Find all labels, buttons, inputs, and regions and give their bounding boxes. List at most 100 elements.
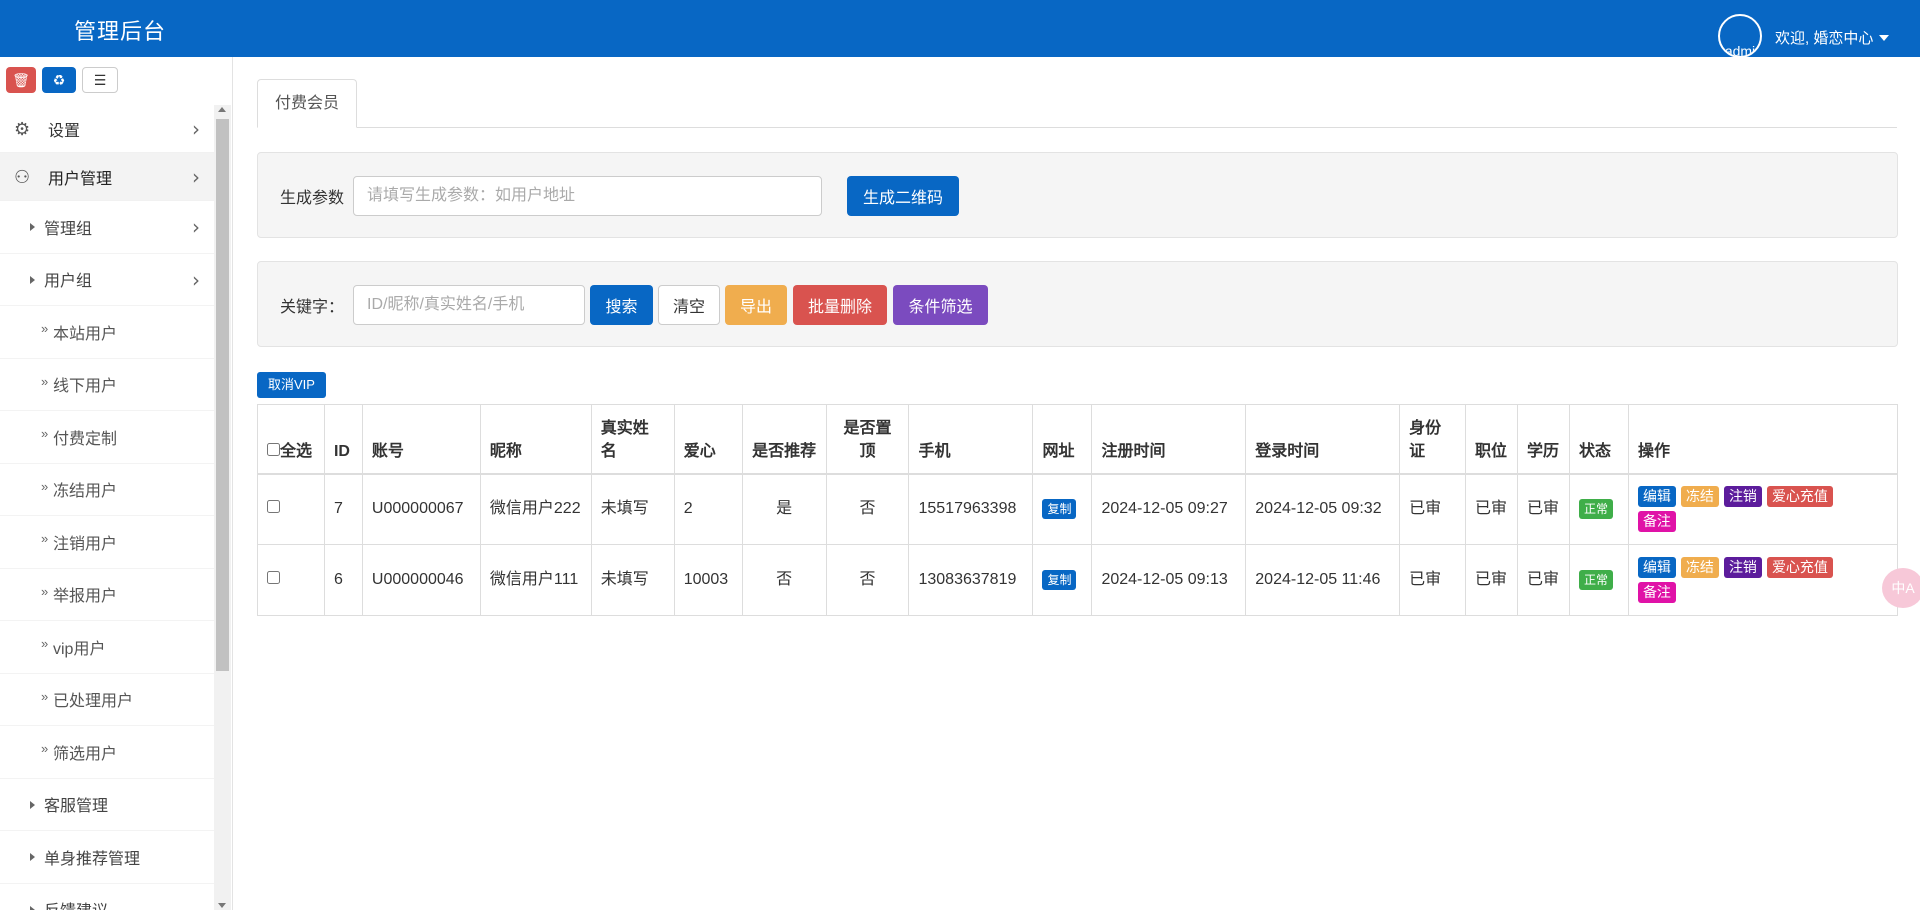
freeze-button[interactable]: 冻结 <box>1680 486 1719 508</box>
remark-button[interactable]: 备注 <box>1637 511 1676 533</box>
select-all-checkbox[interactable] <box>267 442 280 456</box>
cell-top: 否 <box>825 544 910 616</box>
caret-right-icon <box>30 853 35 861</box>
sidebar-item-frozen-users[interactable]: » 冻结用户 <box>0 464 214 516</box>
sidebar-item-label: 设置 <box>48 122 81 140</box>
filter-button[interactable]: 条件筛选 <box>893 285 988 325</box>
search-button[interactable]: 搜索 <box>590 285 653 325</box>
col-select-all: 全选 <box>257 404 325 474</box>
translate-bubble[interactable]: 中A <box>1882 568 1920 608</box>
double-angle-icon: » <box>41 531 49 546</box>
sidebar-scrollbar[interactable] <box>214 105 231 910</box>
cancel-vip-button[interactable]: 取消VIP <box>257 372 326 398</box>
cell-login-time: 2024-12-05 11:46 <box>1245 544 1401 616</box>
sidebar-item-user-management[interactable]: ⚇ 用户管理 › <box>0 153 214 201</box>
cancel-account-button[interactable]: 注销 <box>1723 486 1762 508</box>
sidebar-group-single-recommend[interactable]: 单身推荐管理 <box>0 831 214 884</box>
sidebar-item-filtered-users[interactable]: » 筛选用户 <box>0 726 214 779</box>
tab-paid-members[interactable]: 付费会员 <box>257 79 358 128</box>
double-angle-icon: » <box>41 688 49 704</box>
col-phone: 手机 <box>908 404 1034 474</box>
main-content: 付费会员 生成参数 生成二维码 关键字： 搜索 清空 导出 批量删除 条件筛选 … <box>233 57 1920 910</box>
recycle-icon: ♻ <box>52 71 66 88</box>
status-badge: 正常 <box>1578 499 1613 520</box>
scroll-down-icon[interactable] <box>218 903 226 908</box>
remark-button[interactable]: 备注 <box>1637 582 1676 603</box>
generate-panel: 生成参数 生成二维码 <box>257 152 1898 238</box>
user-menu[interactable]: 欢迎, 婚恋中心 <box>1775 27 1890 48</box>
edit-button[interactable]: 编辑 <box>1637 557 1676 578</box>
gears-icon: ⚙ <box>14 119 31 139</box>
edit-button[interactable]: 编辑 <box>1637 486 1676 508</box>
table-header-row: 全选 ID 账号 昵称 真实姓名 爱心 是否推荐 是否置顶 手机 网址 注册时间… <box>257 404 1899 474</box>
col-love: 爱心 <box>673 404 743 474</box>
keyword-label: 关键字： <box>280 299 345 316</box>
chevron-right-icon: › <box>192 165 200 189</box>
sidebar-leaf-label: 注销用户 <box>53 535 118 553</box>
double-angle-icon: » <box>41 583 49 599</box>
caret-right-icon <box>30 275 35 284</box>
sidebar-item-vip-users[interactable]: » vip用户 <box>0 621 214 674</box>
row-checkbox[interactable] <box>267 500 280 514</box>
cell-account: U000000046 <box>361 544 481 616</box>
sidebar-item-reported-users[interactable]: » 举报用户 <box>0 569 214 621</box>
sidebar-item-offline-users[interactable]: » 线下用户 <box>0 359 214 411</box>
sidebar-item-processed-users[interactable]: » 已处理用户 <box>0 674 214 726</box>
cell-recommend: 是 <box>741 473 827 545</box>
col-realname: 真实姓名 <box>590 404 675 474</box>
trash-button[interactable]: 🗑 <box>6 67 36 93</box>
double-angle-icon: » <box>41 741 49 756</box>
sidebar-group-admin[interactable]: 管理组 › <box>0 201 214 254</box>
chevron-right-icon: › <box>192 267 200 292</box>
sidebar-group-label: 管理组 <box>44 220 93 238</box>
row-checkbox[interactable] <box>267 571 280 584</box>
sidebar-group-label: 单身推荐管理 <box>44 850 141 868</box>
sidebar-leaf-label: 筛选用户 <box>53 745 118 763</box>
col-status: 状态 <box>1568 404 1629 474</box>
double-angle-icon: » <box>41 426 49 441</box>
export-button[interactable]: 导出 <box>725 285 787 325</box>
members-table: 全选 ID 账号 昵称 真实姓名 爱心 是否推荐 是否置顶 手机 网址 注册时间… <box>257 404 1899 616</box>
keyword-input[interactable] <box>353 285 585 325</box>
sidebar-item-site-users[interactable]: » 本站用户 <box>0 306 214 359</box>
row-actions: 编辑 冻结 注销 爱心充值 备注 <box>1637 486 1858 533</box>
cell-recommend: 否 <box>741 544 827 616</box>
col-edu: 学历 <box>1517 404 1570 474</box>
generate-qrcode-button[interactable]: 生成二维码 <box>847 176 959 216</box>
sidebar-item-settings[interactable]: ⚙ 设置 › <box>0 105 214 153</box>
sidebar-group-users[interactable]: 用户组 › <box>0 254 214 306</box>
col-idcard: 身份证 <box>1399 404 1467 474</box>
cell-id: 7 <box>323 473 363 545</box>
sidebar-menu: ⚙ 设置 › ⚇ 用户管理 › 管理组 › 用户组 › » 本站用户 » 线下用户 … <box>0 105 214 910</box>
cell-phone: 15517963398 <box>908 473 1034 545</box>
cancel-account-button[interactable]: 注销 <box>1723 557 1762 578</box>
scroll-up-icon[interactable] <box>218 107 226 112</box>
list-button[interactable]: ☰ <box>82 67 118 93</box>
love-recharge-button[interactable]: 爱心充值 <box>1766 557 1833 578</box>
cell-reg-time: 2024-12-05 09:27 <box>1091 473 1247 545</box>
copy-url-button[interactable]: 复制 <box>1042 499 1077 520</box>
caret-right-icon <box>30 800 35 809</box>
clear-button[interactable]: 清空 <box>658 285 720 325</box>
cell-realname: 未填写 <box>590 544 675 616</box>
sidebar-group-customer-service[interactable]: 客服管理 <box>0 779 214 831</box>
sidebar-leaf-label: 付费定制 <box>53 430 118 448</box>
sidebar-item-cancelled-users[interactable]: » 注销用户 <box>0 516 214 569</box>
copy-url-button[interactable]: 复制 <box>1042 570 1077 590</box>
freeze-button[interactable]: 冻结 <box>1680 557 1719 578</box>
batch-delete-button[interactable]: 批量删除 <box>793 285 887 325</box>
trash-icon: 🗑 <box>12 71 30 88</box>
tab-bar: 付费会员 <box>257 79 1897 128</box>
cell-edu: 已审 <box>1517 473 1570 545</box>
col-ops: 操作 <box>1627 404 1899 474</box>
cell-love: 10003 <box>673 544 743 616</box>
recycle-button[interactable]: ♻ <box>42 67 76 93</box>
caret-right-icon <box>30 223 35 231</box>
sidebar-group-feedback[interactable]: 反馈建议 <box>0 884 214 910</box>
sidebar-item-paid-custom[interactable]: » 付费定制 <box>0 411 214 464</box>
avatar[interactable]: admi <box>1718 14 1762 58</box>
scrollbar-thumb[interactable] <box>216 119 229 671</box>
love-recharge-button[interactable]: 爱心充值 <box>1766 486 1833 508</box>
generate-param-input[interactable] <box>353 176 822 216</box>
cell-nickname: 微信用户222 <box>479 473 592 545</box>
